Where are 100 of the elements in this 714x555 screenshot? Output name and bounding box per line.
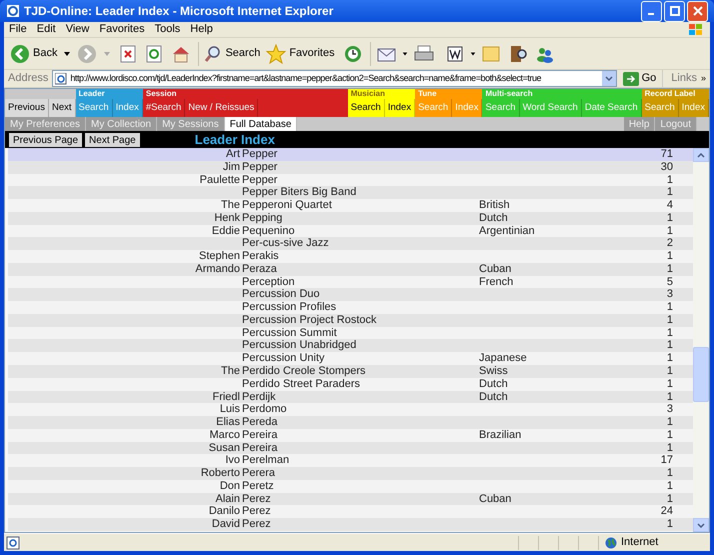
globe-icon [605, 536, 617, 548]
history-icon[interactable] [342, 44, 363, 64]
stop-icon[interactable] [119, 44, 138, 62]
count-cell: 1 [666, 326, 673, 339]
first-name-cell: Susan [208, 442, 240, 454]
last-name-cell: Percussion Unity [242, 352, 325, 364]
last-name-cell: Perception [242, 276, 295, 288]
security-zone-label: Internet [621, 535, 658, 550]
count-cell: 1 [666, 339, 673, 352]
last-name-cell: Perelman [242, 454, 290, 466]
address-field[interactable]: http://www.lordisco.com/tjd/LeaderIndex?firstname=art&lastname=pepper&action2=Search&search=name&frame=both&select=true [52, 70, 617, 87]
maximize-icon [670, 6, 680, 16]
pager-button[interactable]: Next Page [85, 132, 140, 146]
word-document-icon[interactable] [444, 44, 465, 62]
printer-icon[interactable] [412, 44, 435, 62]
table-row[interactable]: Jim Pepper 30 [8, 160, 693, 174]
count-cell: 1 [666, 314, 673, 326]
pager-button[interactable]: Previous Page [9, 132, 82, 146]
minimize-button[interactable] [641, 0, 662, 22]
table-row[interactable]: Susan Pereira 1 [8, 442, 693, 454]
table-row[interactable]: Armando Peraza Cuban 1 [8, 262, 693, 276]
count-cell: 1 [666, 378, 673, 390]
last-name-cell: Pepping [242, 212, 282, 224]
history-nav-button[interactable]: Next [48, 99, 76, 117]
table-row[interactable]: Perception French 5 [8, 276, 693, 288]
count-cell: 1 [666, 365, 673, 378]
table-row[interactable]: Percussion Profiles 1 [8, 301, 693, 314]
table-row[interactable]: Roberto Perera 1 [8, 467, 693, 480]
first-name-cell: Jim [222, 160, 240, 173]
nationality-cell: Argentinian [479, 224, 535, 237]
count-cell: 5 [666, 276, 673, 288]
last-name-cell: Perdido Street Paraders [242, 378, 360, 390]
table-row[interactable]: Paulette Pepper 1 [8, 174, 693, 186]
scroll-thumb[interactable] [693, 347, 709, 402]
last-name-cell: Per-cus-sive Jazz [242, 237, 329, 250]
table-row[interactable]: Ivo Perelman 17 [8, 454, 693, 468]
close-button[interactable] [687, 0, 708, 22]
table-row[interactable]: Danilo Perez 24 [8, 505, 693, 518]
menu-item[interactable]: Help [185, 21, 218, 38]
links-chevron[interactable]: » [700, 72, 706, 86]
table-row[interactable]: Alain Perez Cuban 1 [8, 492, 693, 506]
table-row[interactable]: Marco Pereira Brazilian 1 [8, 428, 693, 442]
table-row[interactable]: Stephen Perakis 1 [8, 250, 693, 263]
tab[interactable]: Full Database [224, 117, 298, 131]
menu-item[interactable]: Edit [32, 21, 61, 38]
table-row[interactable]: Art Pepper 71 [8, 148, 693, 161]
dropdown-arrow-icon[interactable] [63, 50, 72, 56]
table-row[interactable]: Percussion Project Rostock 1 [8, 314, 693, 327]
table-row[interactable]: Elias Pereda 1 [8, 416, 693, 429]
maximize-button[interactable] [664, 0, 685, 22]
scrollbar[interactable] [693, 148, 709, 532]
menu-item[interactable]: View [60, 21, 94, 38]
research-icon[interactable] [508, 44, 529, 64]
search-button[interactable]: Search [202, 44, 262, 62]
favorites-button[interactable]: Favorites [262, 44, 339, 64]
links-label[interactable]: Links [662, 70, 697, 87]
dropdown-arrow-icon[interactable] [470, 50, 476, 56]
first-name-cell: Stephen [199, 250, 240, 262]
refresh-icon[interactable] [145, 44, 164, 62]
home-icon[interactable] [171, 44, 192, 62]
menu-item[interactable]: Favorites [94, 21, 150, 38]
table-row[interactable]: Pepper Biters Big Band 1 [8, 186, 693, 200]
table-row[interactable]: Don Peretz 1 [8, 480, 693, 493]
table-row[interactable]: Perdido Street Paraders Dutch 1 [8, 378, 693, 391]
table-row[interactable]: Percussion Summit 1 [8, 326, 693, 340]
table-row[interactable]: Eddie Pequenino Argentinian 1 [8, 224, 693, 238]
table-row[interactable]: Luis Perdomo 3 [8, 403, 693, 416]
history-nav-button[interactable]: Previous [5, 99, 49, 117]
first-name-cell: Art [226, 148, 240, 160]
menu-item[interactable]: Tools [150, 21, 186, 38]
first-name-cell: The [221, 199, 240, 212]
nav-group-title: Tune [417, 89, 438, 99]
table-row[interactable]: Friedl Perdijk Dutch 1 [8, 390, 693, 404]
table-row[interactable]: Percussion Duo 3 [8, 288, 693, 302]
count-cell: 17 [660, 454, 673, 466]
count-cell: 24 [660, 505, 673, 518]
nationality-cell: Japanese [479, 352, 527, 364]
dropdown-arrow-icon[interactable] [402, 50, 408, 56]
table-row[interactable]: The Perdido Creole Stompers Swiss 1 [8, 365, 693, 378]
last-name-cell: Perera [242, 467, 276, 480]
scroll-up-icon[interactable] [697, 152, 705, 158]
first-name-cell: Alain [216, 492, 240, 505]
count-cell: 1 [666, 186, 673, 198]
count-cell: 1 [666, 262, 673, 275]
table-row[interactable]: Percussion Unity Japanese 1 [8, 352, 693, 366]
count-cell: 71 [660, 148, 673, 160]
back-button[interactable]: Back [8, 44, 60, 64]
table-row[interactable]: Per-cus-sive Jazz 2 [8, 237, 693, 250]
count-cell: 1 [666, 250, 673, 262]
last-name-cell: Perez [242, 505, 271, 518]
table-row[interactable]: Percussion Unabridged 1 [8, 339, 693, 352]
go-button[interactable]: Go [620, 70, 658, 87]
menu-item[interactable]: File [4, 21, 32, 38]
nationality-cell: French [479, 276, 514, 288]
table-row[interactable]: Henk Pepping Dutch 1 [8, 212, 693, 225]
table-row[interactable]: David Perez 1 [8, 518, 693, 531]
table-row[interactable]: The Pepperoni Quartet British 4 [8, 199, 693, 212]
nationality-cell: British [479, 199, 510, 212]
scroll-down-icon[interactable] [697, 522, 705, 528]
last-name-cell: Pepperoni Quartet [242, 199, 332, 212]
